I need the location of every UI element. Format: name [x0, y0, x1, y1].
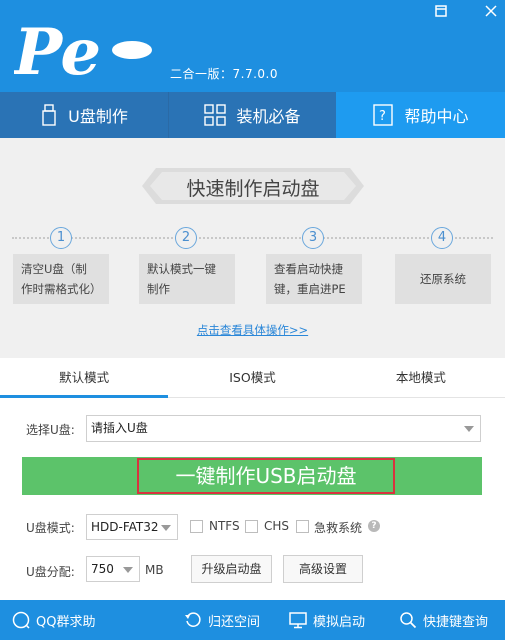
step-text: 作时需格式化） [21, 282, 102, 296]
partition-size-select[interactable]: 750 [86, 556, 140, 582]
pe-toolbox-window: Pe 二合一版：7.7.0.0 U盘制作 装机必备 ? 帮助中心 快速制作启动盘 [0, 0, 505, 640]
tab-local-mode[interactable]: 本地模式 [337, 358, 505, 397]
tab-label: 帮助中心 [404, 107, 469, 126]
footer-label: 快捷键查询 [423, 614, 489, 630]
step-text: 还原系统 [420, 272, 466, 286]
top-tabs: U盘制作 装机必备 ? 帮助中心 [0, 92, 505, 138]
version-label: 二合一版：7.7.0.0 [170, 67, 278, 81]
footer-label: 归还空间 [208, 614, 261, 630]
grid-icon [204, 104, 227, 126]
tab-iso-mode[interactable]: ISO模式 [168, 358, 336, 397]
footer-qq-help[interactable]: QQ群求助 [12, 600, 95, 640]
partition-unit: MB [145, 563, 164, 577]
usb-mode-select[interactable]: HDD-FAT32 [86, 514, 178, 540]
step-text: 默认模式一键 [147, 262, 216, 276]
header: Pe 二合一版：7.7.0.0 [0, 0, 505, 92]
step-text: 键，重启进PE [274, 282, 346, 296]
monitor-icon [289, 612, 307, 629]
tab-label: 装机必备 [236, 107, 301, 126]
usb-icon [42, 104, 56, 126]
footer-label: QQ群求助 [36, 614, 96, 630]
partition-label: U盘分配: [26, 565, 75, 579]
detail-link[interactable]: 点击查看具体操作>> [0, 322, 505, 338]
tab-default-mode[interactable]: 默认模式 [0, 358, 169, 398]
step-3-box: 查看启动快捷 键，重启进PE [266, 254, 362, 304]
close-icon[interactable] [483, 4, 499, 20]
step-number: 1 [50, 227, 72, 249]
step-1-box: 清空U盘（制 作时需格式化） [13, 254, 109, 304]
chevron-down-icon [464, 426, 474, 432]
steps-divider [12, 237, 493, 239]
usb-select[interactable]: 请插入U盘 [86, 415, 481, 442]
mode-tabs: 默认模式 ISO模式 本地模式 [0, 358, 505, 398]
step-2-box: 默认模式一键 制作 [139, 254, 235, 304]
usb-select-value: 请插入U盘 [91, 421, 148, 435]
footer-bar: QQ群求助 归还空间 模拟启动 快捷键查询 [0, 600, 505, 640]
tab-essentials[interactable]: 装机必备 [168, 92, 336, 138]
partition-size-value: 750 [91, 562, 114, 576]
tab-label: U盘制作 [68, 107, 128, 126]
qq-icon [12, 611, 30, 629]
restore-icon[interactable] [433, 4, 449, 20]
step-number: 3 [302, 227, 324, 249]
pe-logo: Pe [14, 15, 152, 82]
usb-mode-label: U盘模式: [26, 521, 75, 535]
tab-help-center[interactable]: ? 帮助中心 [336, 92, 505, 138]
upgrade-boot-disk-button[interactable]: 升级启动盘 [191, 555, 272, 583]
step-text: 查看启动快捷 [274, 262, 343, 276]
footer-simulate-boot[interactable]: 模拟启动 [289, 600, 365, 640]
step-text: 清空U盘（制 [21, 262, 87, 276]
help-doc-icon: ? [373, 104, 394, 126]
footer-label: 模拟启动 [313, 614, 366, 630]
svg-text:Pe: Pe [14, 15, 101, 82]
chs-checkbox[interactable] [245, 520, 258, 533]
step-number: 2 [175, 227, 197, 249]
usb-mode-value: HDD-FAT32 [91, 520, 159, 534]
ntfs-label: NTFS [209, 519, 240, 533]
rescue-checkbox[interactable] [296, 520, 309, 533]
svg-text:?: ? [379, 109, 386, 124]
tab-usb-make[interactable]: U盘制作 [0, 92, 168, 138]
banner-title: 快速制作启动盘 [186, 178, 320, 200]
footer-restore-space[interactable]: 归还空间 [184, 600, 260, 640]
step-number: 4 [431, 227, 453, 249]
footer-hotkey-query[interactable]: 快捷键查询 [399, 600, 488, 640]
chevron-down-icon [123, 567, 133, 573]
select-usb-label: 选择U盘: [26, 423, 75, 437]
search-icon [400, 612, 417, 629]
advanced-settings-button[interactable]: 高级设置 [283, 555, 363, 583]
chevron-down-icon [161, 525, 171, 531]
step-text: 制作 [147, 282, 170, 296]
rescue-label: 急救系统 [314, 521, 363, 535]
quick-guide-panel: 快速制作启动盘 1 2 3 4 清空U盘（制 作时需格式化） 默认模式一键 制作… [0, 138, 505, 358]
restore-space-icon [185, 612, 201, 627]
make-usb-boot-button[interactable]: 一键制作USB启动盘 [137, 458, 395, 494]
step-4-box: 还原系统 [395, 254, 491, 304]
chs-label: CHS [264, 519, 290, 533]
ntfs-checkbox[interactable] [190, 520, 203, 533]
help-icon[interactable]: ? [368, 520, 380, 532]
